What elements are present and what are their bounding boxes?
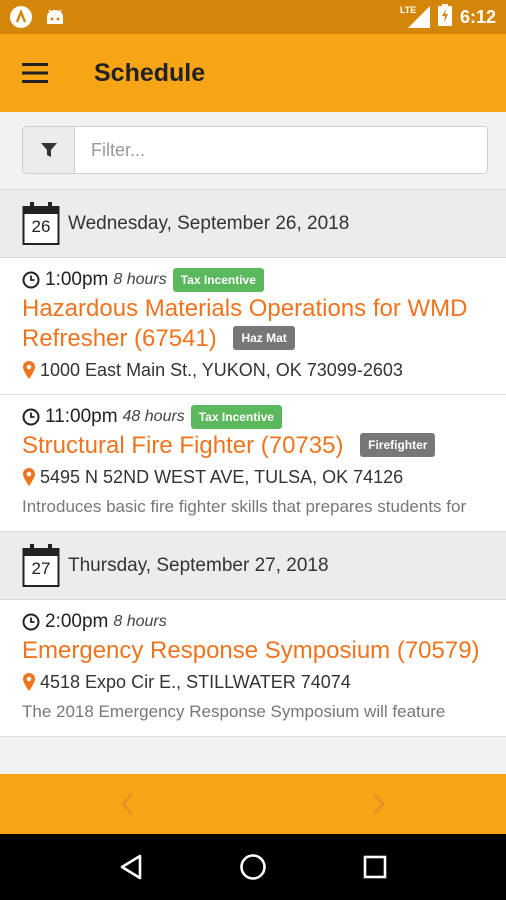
system-nav-bar	[0, 834, 506, 900]
filter-box	[22, 126, 488, 174]
home-circle-icon	[240, 854, 266, 880]
recents-square-icon	[363, 855, 387, 879]
chevron-left-icon	[121, 793, 133, 815]
back-button[interactable]	[111, 847, 151, 887]
calendar-icon: 26	[22, 201, 60, 246]
chevron-right-icon	[373, 793, 385, 815]
battery-charging-icon	[437, 3, 452, 31]
day-label: Wednesday, September 26, 2018	[68, 212, 350, 234]
clock-icon	[22, 408, 40, 426]
pager-bar	[0, 774, 506, 834]
map-pin-icon	[23, 673, 35, 691]
signal-icon: LTE	[399, 5, 430, 28]
day-label: Thursday, September 27, 2018	[68, 554, 329, 576]
page-title: Schedule	[94, 58, 206, 87]
schedule-list[interactable]: 26 Wednesday, September 26, 2018 1:00pm …	[0, 190, 506, 774]
status-bar: LTE 6:12	[0, 0, 506, 34]
event-title: Structural Fire Fighter (70735)	[22, 432, 344, 459]
hamburger-menu-icon	[22, 63, 48, 83]
event-title: Emergency Response Symposium (70579)	[22, 637, 480, 664]
event-duration: 8 hours	[113, 271, 167, 288]
event-location: 5495 N 52ND WEST AVE, TULSA, OK 74126	[40, 466, 404, 487]
event-duration: 48 hours	[122, 408, 185, 425]
previous-page-button[interactable]	[97, 774, 157, 834]
tax-incentive-badge: Tax Incentive	[190, 405, 282, 429]
app-notification-icon	[10, 6, 32, 28]
status-time: 6:12	[459, 6, 496, 27]
filter-icon	[40, 143, 57, 157]
app-bar: Schedule	[0, 34, 506, 112]
category-badge: Haz Mat	[233, 326, 295, 350]
event-title-link[interactable]: Hazardous Materials Operations for WMD R…	[22, 294, 488, 354]
home-button[interactable]	[233, 847, 273, 887]
android-notification-icon	[44, 8, 66, 26]
event-description: Introduces basic fire fighter skills tha…	[22, 497, 467, 516]
event-title-link[interactable]: Emergency Response Symposium (70579)	[22, 636, 488, 666]
event-item[interactable]: 2:00pm 8 hours Emergency Response Sympos…	[0, 600, 506, 737]
clock-icon	[22, 271, 40, 289]
filter-area	[0, 112, 506, 190]
event-location: 1000 East Main St., YUKON, OK 73099-2603	[40, 359, 403, 380]
network-type-label: LTE	[399, 5, 417, 15]
calendar-day-number: 27	[31, 558, 51, 578]
filter-button[interactable]	[23, 127, 75, 173]
back-triangle-icon	[120, 854, 142, 880]
recents-button[interactable]	[355, 847, 395, 887]
next-page-button[interactable]	[349, 774, 409, 834]
calendar-icon: 27	[22, 543, 60, 588]
event-item[interactable]: 1:00pm 8 hours Tax Incentive Hazardous M…	[0, 258, 506, 395]
event-time: 1:00pm	[45, 269, 109, 290]
event-time: 11:00pm	[45, 406, 118, 427]
filter-input[interactable]	[75, 127, 487, 173]
event-location: 4518 Expo Cir E., STILLWATER 74074	[40, 671, 351, 692]
calendar-day-number: 26	[31, 216, 51, 236]
event-item[interactable]: 11:00pm 48 hours Tax Incentive Structura…	[0, 395, 506, 532]
event-duration: 8 hours	[113, 613, 167, 630]
tax-incentive-badge: Tax Incentive	[172, 268, 264, 292]
map-pin-icon	[23, 468, 35, 486]
category-badge: Firefighter	[360, 433, 436, 457]
clock-icon	[22, 613, 40, 631]
event-title-link[interactable]: Structural Fire Fighter (70735) Firefigh…	[22, 431, 488, 461]
map-pin-icon	[23, 361, 35, 379]
event-description: The 2018 Emergency Response Symposium wi…	[22, 702, 446, 721]
day-header: 26 Wednesday, September 26, 2018	[0, 190, 506, 258]
event-time: 2:00pm	[45, 611, 109, 632]
day-header: 27 Thursday, September 27, 2018	[0, 532, 506, 600]
menu-button[interactable]	[0, 34, 70, 112]
